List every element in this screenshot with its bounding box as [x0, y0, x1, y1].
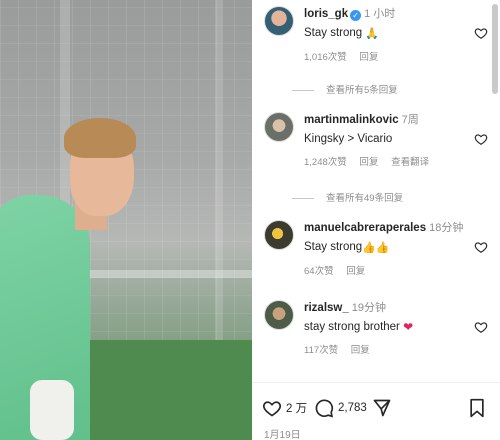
comment-text: stay strong brother	[304, 321, 400, 333]
comments-panel[interactable]: loris_gk ✓ 1 小时 Stay strong 🙏 1,016次赞 回复 查…	[252, 0, 500, 440]
reply-dash	[292, 89, 314, 91]
heart-icon	[262, 401, 282, 417]
comment-username[interactable]: loris_gk	[304, 8, 348, 20]
likes-count: 2 万	[286, 403, 308, 415]
reply-button[interactable]: 回复	[359, 52, 378, 63]
comment-likes[interactable]: 117次赞	[304, 345, 338, 356]
view-replies-link[interactable]: 查看所有49条回复	[292, 190, 403, 204]
comment-bubble-icon	[315, 399, 334, 418]
comment-username[interactable]: manuelcabreraperales	[304, 222, 426, 234]
avatar[interactable]	[264, 300, 294, 330]
player-hair	[64, 118, 136, 158]
like-heart-icon[interactable]	[474, 240, 488, 254]
comment-time: 18分钟	[429, 222, 464, 234]
reply-dash	[292, 197, 314, 199]
post-actions-bar: 2 万 2,783	[262, 396, 492, 420]
like-button[interactable]: 2 万	[262, 396, 307, 420]
reply-button[interactable]: 回复	[359, 157, 378, 168]
scrollbar[interactable]	[492, 4, 498, 94]
share-paper-plane-icon	[373, 399, 391, 417]
reply-button[interactable]: 回复	[351, 345, 370, 356]
avatar[interactable]	[264, 112, 294, 142]
comment-text: Kingsky > Vicario	[304, 133, 393, 145]
comment-likes[interactable]: 1,016次赞	[304, 52, 347, 63]
comment-likes[interactable]: 64次赞	[304, 266, 334, 277]
comment-time: 7周	[401, 114, 419, 126]
reply-button[interactable]: 回复	[346, 266, 365, 277]
comment-emoji: 👍👍	[362, 242, 390, 254]
like-heart-icon[interactable]	[474, 320, 488, 334]
verified-badge-icon: ✓	[350, 10, 362, 21]
translate-button[interactable]: 查看翻译	[391, 157, 429, 168]
view-replies-label[interactable]: 查看所有49条回复	[326, 193, 403, 204]
save-button[interactable]	[468, 396, 486, 420]
comment-text: Stay strong	[304, 27, 363, 39]
view-replies-link[interactable]: 查看所有5条回复	[292, 82, 398, 96]
avatar[interactable]	[264, 220, 294, 250]
comment-username[interactable]: rizalsw_	[304, 302, 349, 314]
post-photo[interactable]	[0, 0, 252, 440]
comment-text: Stay strong	[304, 241, 363, 253]
comment-likes[interactable]: 1,248次赞	[304, 157, 347, 168]
avatar[interactable]	[264, 6, 294, 36]
like-heart-icon[interactable]	[474, 26, 488, 40]
goalkeeper-glove	[30, 380, 74, 440]
comment-time: 1 小时	[364, 8, 396, 20]
share-button[interactable]	[372, 396, 392, 420]
comments-count: 2,783	[338, 402, 367, 414]
comment-username[interactable]: martinmalinkovic	[304, 114, 399, 126]
actions-divider	[252, 382, 500, 383]
comment-button[interactable]: 2,783	[314, 396, 367, 420]
comment-time: 19分钟	[351, 302, 386, 314]
bookmark-icon	[470, 398, 484, 418]
like-heart-icon[interactable]	[474, 132, 488, 146]
red-heart-emoji: ❤	[403, 320, 414, 334]
comment-emoji: 🙏	[365, 28, 380, 40]
view-replies-label[interactable]: 查看所有5条回复	[326, 85, 398, 96]
post-date: 1月19日	[264, 430, 301, 440]
